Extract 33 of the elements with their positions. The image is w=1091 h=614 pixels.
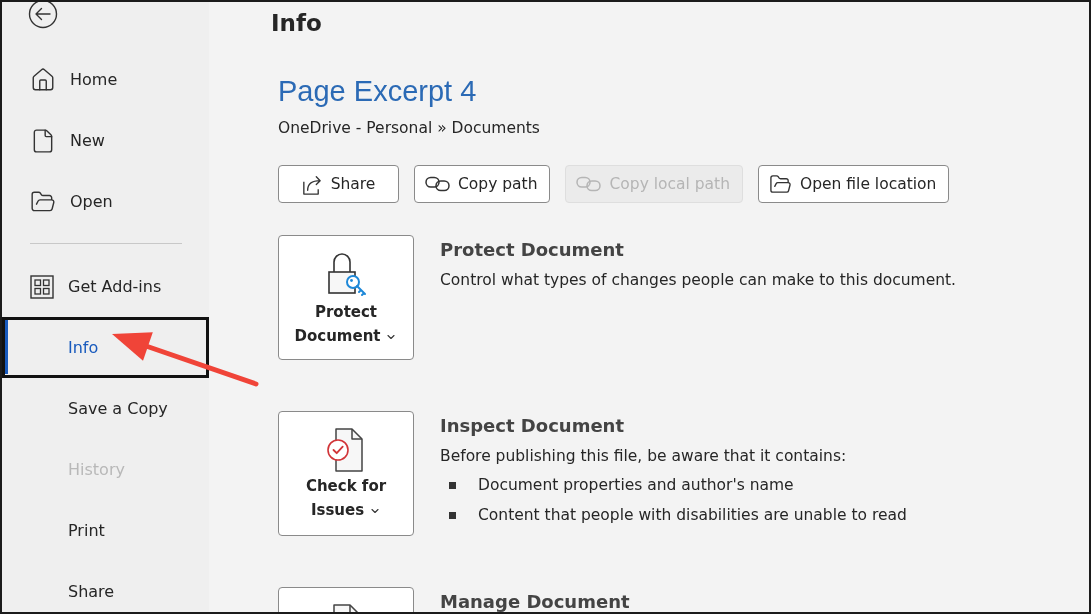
action-button[interactable]: Share [278,165,399,203]
page-heading: Info [271,9,322,38]
section-description: Control what types of changes people can make to this document. [440,270,957,291]
folder-icon [769,172,792,196]
tile-button[interactable]: Check for Issues [278,411,414,536]
section-title: Inspect Document [440,414,625,438]
back-button[interactable] [28,2,58,29]
section-description: Before publishing this file, be aware that it contains: [440,446,847,467]
sidebar-item[interactable]: Home [2,49,209,110]
bullet-icon [449,511,456,519]
action-button[interactable]: Copy path [414,165,551,203]
link-icon [425,176,450,192]
document-location: OneDrive - Personal » Documents [278,118,540,139]
document-check-icon [326,428,366,472]
tile-button[interactable]: Protect Document [278,235,414,360]
sidebar-item[interactable]: Info [2,317,209,378]
sidebar-item[interactable]: Get Add-ins [2,256,209,317]
sidebar-item[interactable]: Save a Copy [2,378,209,439]
grid-icon [30,274,54,299]
home-icon [30,66,56,93]
bullet-text: Content that people with disabilities are unable to read [478,505,907,526]
bullet-icon [449,481,456,489]
sidebar-item[interactable]: Share [2,561,209,612]
section-title: Protect Document [440,238,624,262]
section-title: Manage Document [440,590,630,612]
bullet-text: Document properties and author's name [478,475,794,496]
link-icon [576,176,602,192]
sidebar-item[interactable]: New [2,110,209,171]
sidebar-item[interactable]: Print [2,500,209,561]
sidebar-item[interactable]: Open [2,171,209,232]
document-title: Page Excerpt 4 [278,74,477,109]
action-button[interactable]: Open file location [758,165,950,203]
back-arrow-icon [28,2,58,29]
